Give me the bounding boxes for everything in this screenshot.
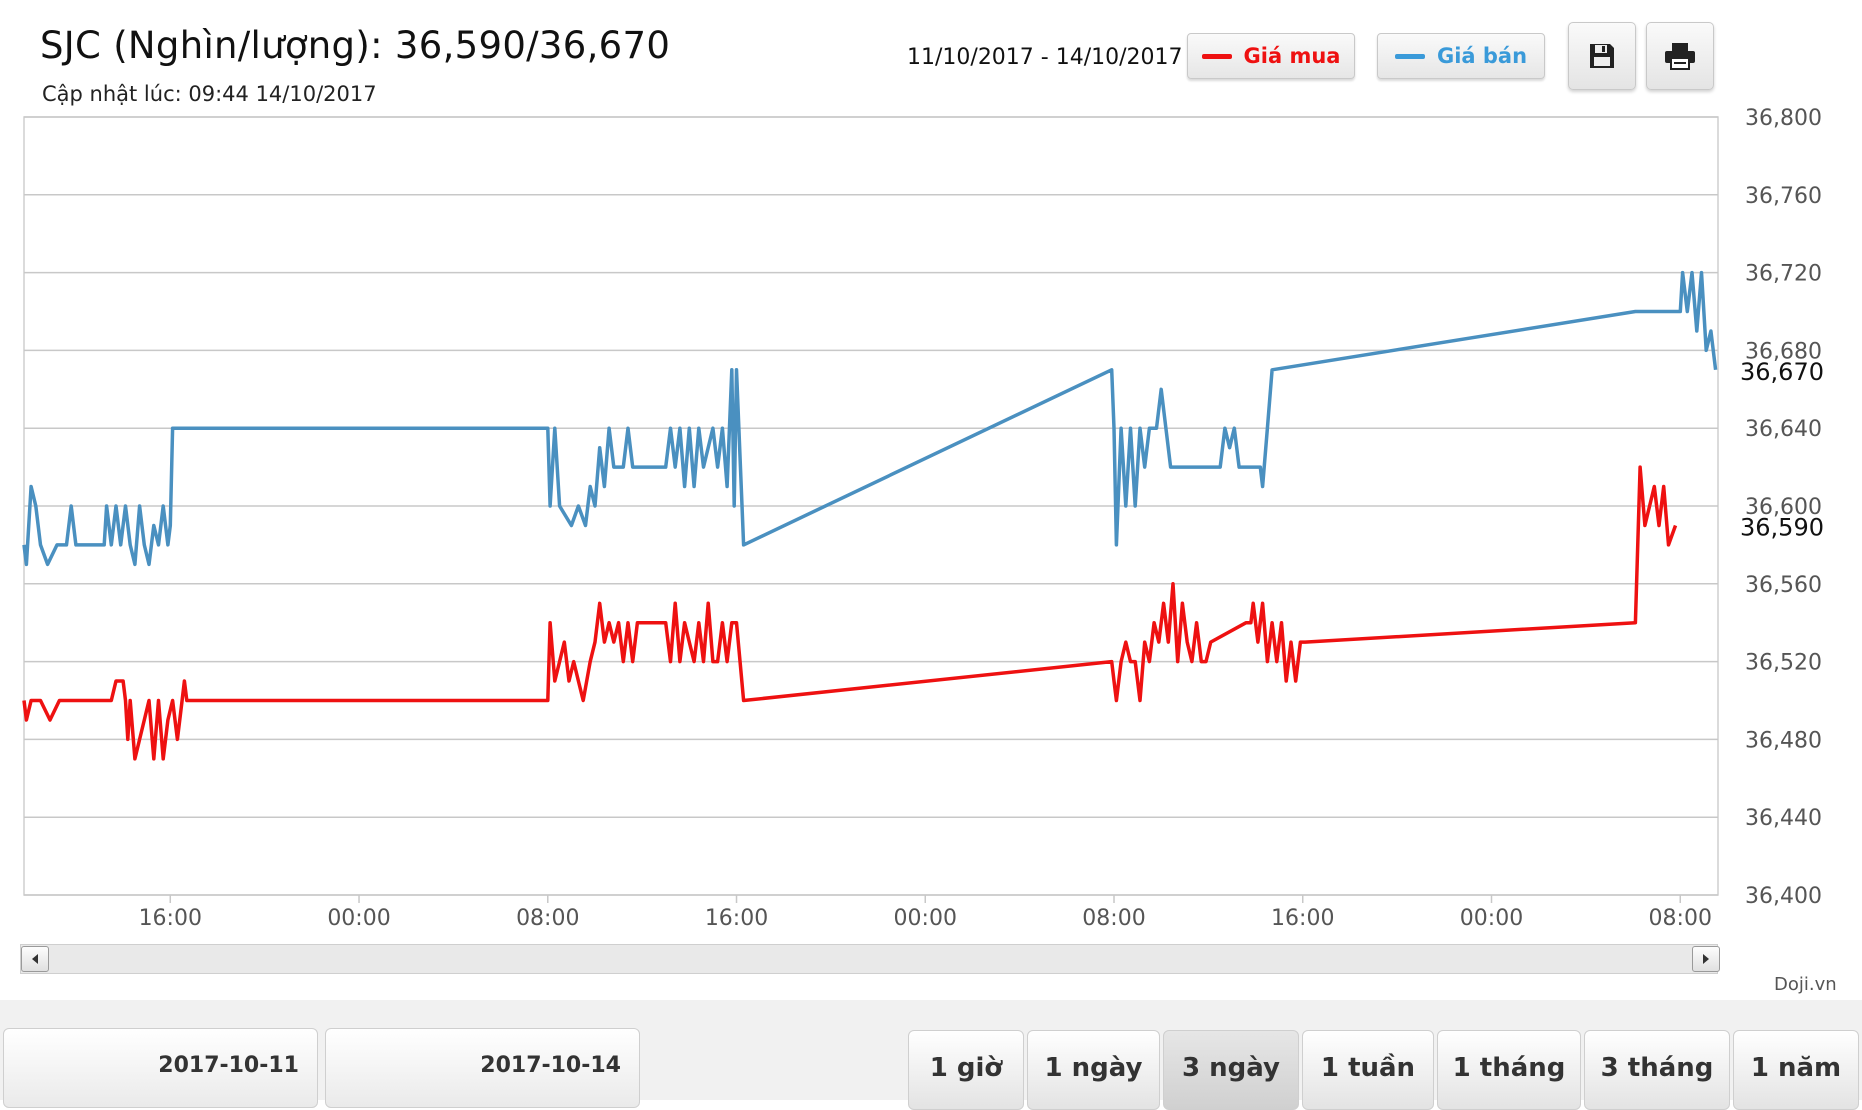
range-1-month-button[interactable]: 1 tháng — [1437, 1030, 1581, 1110]
x-tick-label: 08:00 — [1649, 906, 1712, 931]
range-1-day-label: 1 ngày — [1044, 1053, 1143, 1083]
y-tick-label: 36,800 — [1745, 106, 1822, 131]
range-3-month-label: 3 tháng — [1600, 1053, 1714, 1083]
last-sell-label: 36,670 — [1740, 358, 1824, 386]
range-1-week-label: 1 tuần — [1320, 1053, 1416, 1083]
range-1-month-label: 1 tháng — [1452, 1053, 1566, 1083]
range-1-day-button[interactable]: 1 ngày — [1027, 1030, 1160, 1110]
range-1-hour-button[interactable]: 1 giờ — [908, 1030, 1024, 1110]
range-3-day-label: 3 ngày — [1182, 1053, 1280, 1083]
x-tick-label: 08:00 — [516, 906, 579, 931]
price-chart: 36,40036,44036,48036,52036,56036,60036,6… — [22, 106, 1824, 931]
y-tick-label: 36,560 — [1745, 573, 1822, 598]
triangle-right-icon — [1703, 954, 1709, 964]
range-1-week-button[interactable]: 1 tuần — [1302, 1030, 1434, 1110]
range-3-month-button[interactable]: 3 tháng — [1584, 1030, 1730, 1110]
y-tick-label: 36,400 — [1745, 884, 1822, 909]
range-3-day-button[interactable]: 3 ngày — [1163, 1030, 1299, 1110]
x-tick-label: 08:00 — [1082, 906, 1145, 931]
date-to-input[interactable]: 2017-10-14 — [325, 1028, 640, 1108]
y-tick-label: 36,440 — [1745, 806, 1822, 831]
x-tick-label: 16:00 — [1271, 906, 1334, 931]
scroll-left-button[interactable] — [21, 946, 49, 972]
range-1-hour-label: 1 giờ — [929, 1053, 1003, 1083]
x-tick-label: 00:00 — [327, 906, 390, 931]
triangle-left-icon — [32, 954, 38, 964]
y-tick-label: 36,520 — [1745, 651, 1822, 676]
y-tick-label: 36,720 — [1745, 262, 1822, 287]
y-tick-label: 36,480 — [1745, 728, 1822, 753]
date-to-value: 2017-10-14 — [480, 1053, 621, 1078]
range-1-year-label: 1 năm — [1750, 1053, 1842, 1083]
source-credit: Doji.vn — [1774, 974, 1837, 995]
x-tick-label: 00:00 — [894, 906, 957, 931]
chart-scrollbar[interactable] — [20, 944, 1718, 974]
date-from-value: 2017-10-11 — [158, 1053, 299, 1078]
y-tick-label: 36,760 — [1745, 184, 1822, 209]
x-tick-label: 16:00 — [705, 906, 768, 931]
date-from-input[interactable]: 2017-10-11 — [3, 1028, 318, 1108]
scroll-right-button[interactable] — [1692, 946, 1720, 972]
x-tick-label: 16:00 — [139, 906, 202, 931]
y-tick-label: 36,640 — [1745, 417, 1822, 442]
range-1-year-button[interactable]: 1 năm — [1733, 1030, 1859, 1110]
x-tick-label: 00:00 — [1460, 906, 1523, 931]
last-buy-label: 36,590 — [1740, 513, 1824, 541]
